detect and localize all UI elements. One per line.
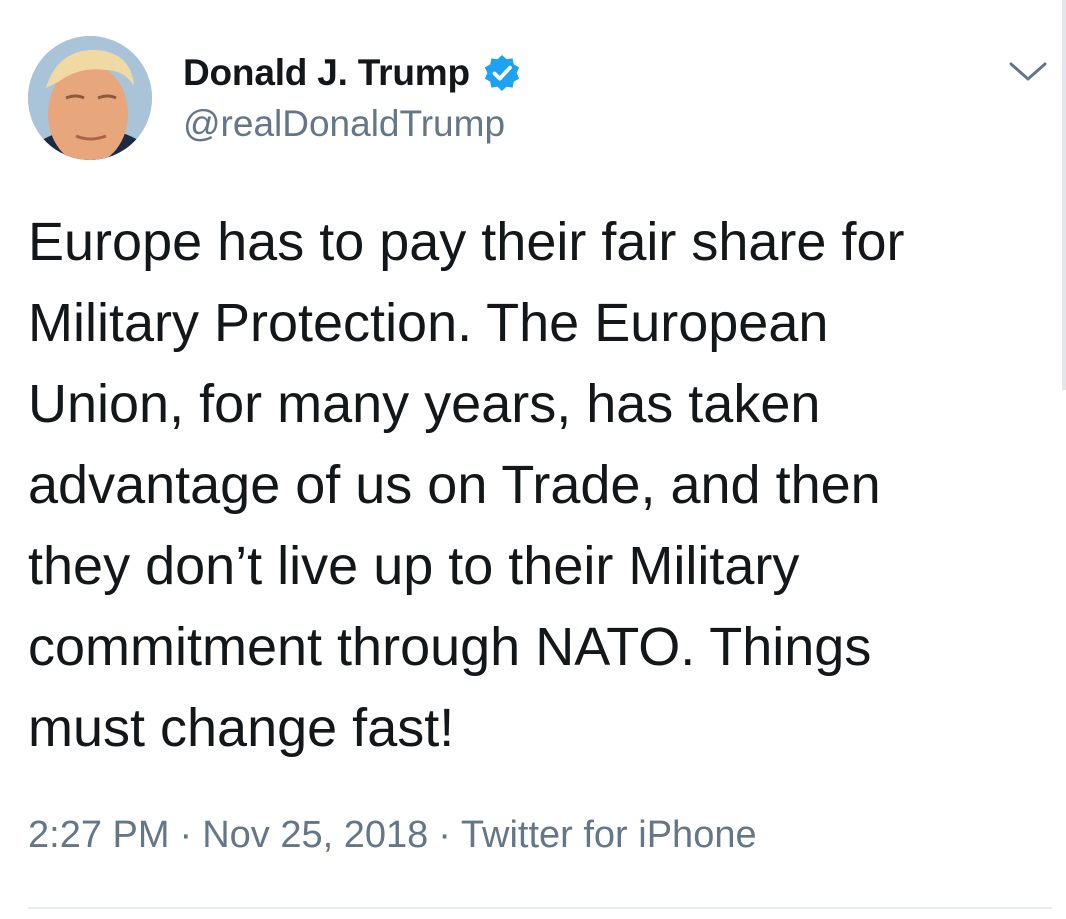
tweet-timestamp[interactable]: 2:27 PM	[28, 814, 170, 857]
tweet-menu-button[interactable]	[1005, 52, 1051, 92]
author-handle[interactable]: @realDonaldTrump	[183, 103, 505, 145]
meta-separator: ·	[438, 814, 451, 856]
verified-badge-icon	[484, 55, 520, 91]
tweet-text-line: advantage of us on Trade, and then	[28, 455, 881, 515]
tweet-source[interactable]: Twitter for iPhone	[461, 814, 757, 857]
tweet-text-line: Union, for many years, has taken	[28, 374, 821, 434]
scroll-edge	[1062, 0, 1066, 390]
tweet-metadata: 2:27 PM · Nov 25, 2018 · Twitter for iPh…	[28, 814, 757, 857]
chevron-down-icon	[1009, 62, 1047, 81]
tweet-card: Donald J. Trump @realDonaldTrump Europe …	[0, 0, 1066, 919]
meta-separator: ·	[179, 814, 193, 856]
author-display-name[interactable]: Donald J. Trump	[183, 52, 470, 94]
tweet-date[interactable]: Nov 25, 2018	[202, 814, 428, 857]
author-name-row[interactable]: Donald J. Trump	[183, 48, 522, 98]
tweet-text-line: must change fast!	[28, 698, 455, 758]
tweet-text-line: commitment through NATO. Things	[28, 617, 872, 677]
tweet-text-line: Europe has to pay their fair share for	[28, 212, 905, 272]
tweet-text-line: they don’t live up to their Military	[28, 536, 800, 596]
tweet-text-line: Military Protection. The European	[28, 293, 829, 353]
avatar[interactable]	[28, 36, 152, 160]
tweet-text: Europe has to pay their fair share for M…	[28, 202, 1058, 769]
divider	[28, 907, 1052, 909]
avatar-image	[28, 36, 152, 160]
